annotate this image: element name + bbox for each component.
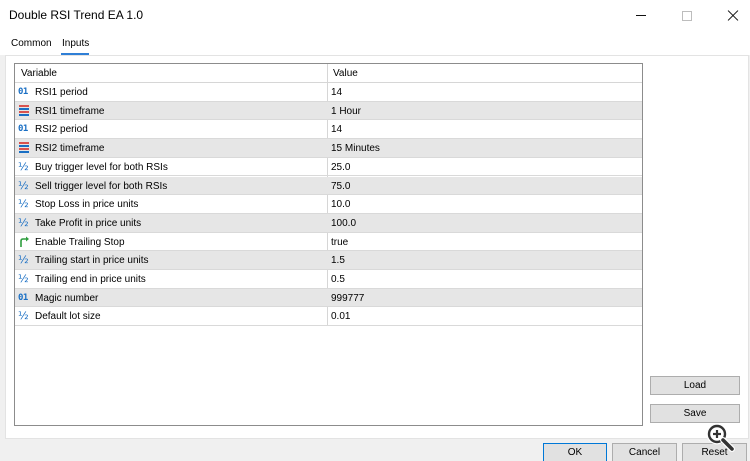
row-variable: Sell trigger level for both RSIs bbox=[35, 180, 168, 192]
bool-icon bbox=[18, 236, 32, 248]
row-value[interactable]: 10.0 bbox=[331, 199, 350, 210]
row-value[interactable]: 14 bbox=[331, 87, 342, 98]
table-row[interactable]: ½ Trailing end in price units 0.5 bbox=[15, 270, 642, 289]
row-value[interactable]: 15 Minutes bbox=[331, 143, 380, 154]
row-value[interactable]: 75.0 bbox=[331, 181, 350, 192]
table-row[interactable]: ½ Default lot size 0.01 bbox=[15, 307, 642, 327]
row-variable: Default lot size bbox=[35, 311, 101, 323]
row-variable: Buy trigger level for both RSIs bbox=[35, 161, 168, 173]
column-header-variable[interactable]: Variable bbox=[21, 68, 57, 79]
row-value[interactable]: 100.0 bbox=[331, 218, 356, 229]
maximize-button[interactable] bbox=[664, 0, 710, 31]
row-variable: RSI1 period bbox=[35, 87, 88, 98]
ok-button[interactable]: OK bbox=[543, 443, 607, 461]
row-value[interactable]: 1 Hour bbox=[331, 106, 361, 117]
row-value[interactable]: 0.5 bbox=[331, 274, 345, 285]
double-icon: ½ bbox=[18, 197, 29, 211]
enum-icon bbox=[18, 142, 32, 154]
row-value[interactable]: 14 bbox=[331, 124, 342, 135]
double-icon: ½ bbox=[18, 309, 29, 323]
window-title: Double RSI Trend EA 1.0 bbox=[9, 8, 144, 22]
grid-header: Variable Value bbox=[15, 64, 642, 83]
tab-bar: Common Inputs bbox=[0, 31, 750, 55]
row-variable: RSI2 period bbox=[35, 124, 88, 136]
table-row[interactable]: ½ Sell trigger level for both RSIs 75.0 bbox=[15, 176, 642, 196]
integer-icon: 01 bbox=[18, 124, 28, 135]
tab-common[interactable]: Common bbox=[11, 38, 52, 49]
load-button[interactable]: Load bbox=[650, 376, 740, 395]
row-value[interactable]: 999777 bbox=[331, 293, 364, 304]
table-row[interactable]: 01 RSI1 period 14 bbox=[15, 83, 642, 102]
column-header-value[interactable]: Value bbox=[333, 68, 358, 79]
cancel-button[interactable]: Cancel bbox=[612, 443, 677, 461]
title-bar[interactable]: Double RSI Trend EA 1.0 bbox=[0, 0, 750, 31]
double-icon: ½ bbox=[18, 253, 29, 267]
table-row[interactable]: RSI1 timeframe 1 Hour bbox=[15, 101, 642, 121]
table-row[interactable]: 01 Magic number 999777 bbox=[15, 288, 642, 308]
row-variable: Enable Trailing Stop bbox=[35, 236, 125, 248]
integer-icon: 01 bbox=[18, 87, 28, 97]
table-row[interactable]: ½ Stop Loss in price units 10.0 bbox=[15, 195, 642, 214]
tab-inputs[interactable]: Inputs bbox=[62, 38, 89, 49]
zoom-in-icon[interactable] bbox=[703, 420, 737, 454]
double-icon: ½ bbox=[18, 178, 29, 192]
table-row[interactable]: 01 RSI2 period 14 bbox=[15, 120, 642, 140]
inputs-grid[interactable]: Variable Value 01 RSI1 period 14 RSI1 ti… bbox=[14, 63, 643, 426]
integer-icon: 01 bbox=[18, 292, 28, 303]
double-icon: ½ bbox=[18, 272, 29, 285]
enum-icon bbox=[18, 104, 32, 117]
minimize-button[interactable] bbox=[618, 0, 664, 31]
row-value[interactable]: 0.01 bbox=[331, 311, 350, 322]
row-variable: Magic number bbox=[35, 292, 99, 304]
row-variable: Take Profit in price units bbox=[35, 217, 142, 229]
table-row[interactable]: ½ Trailing start in price units 1.5 bbox=[15, 251, 642, 270]
table-row[interactable]: Enable Trailing Stop true bbox=[15, 233, 642, 252]
row-variable: Stop Loss in price units bbox=[35, 199, 139, 211]
double-icon: ½ bbox=[18, 159, 29, 173]
row-value[interactable]: 1.5 bbox=[331, 255, 345, 266]
row-value[interactable]: 25.0 bbox=[331, 162, 350, 173]
double-icon: ½ bbox=[18, 215, 29, 229]
row-variable: Trailing end in price units bbox=[35, 274, 146, 285]
row-value[interactable]: true bbox=[331, 237, 348, 248]
row-variable: RSI2 timeframe bbox=[35, 143, 105, 155]
close-button[interactable] bbox=[710, 0, 750, 31]
dialog-window: Double RSI Trend EA 1.0 Common Inputs Va… bbox=[0, 0, 750, 461]
table-row[interactable]: ½ Buy trigger level for both RSIs 25.0 bbox=[15, 158, 642, 177]
table-row[interactable]: ½ Take Profit in price units 100.0 bbox=[15, 213, 642, 233]
table-row[interactable]: RSI2 timeframe 15 Minutes bbox=[15, 139, 642, 158]
row-variable: RSI1 timeframe bbox=[35, 105, 105, 117]
row-variable: Trailing start in price units bbox=[35, 255, 149, 267]
close-icon bbox=[728, 11, 738, 21]
minimize-icon bbox=[636, 15, 646, 16]
maximize-icon bbox=[682, 10, 692, 21]
